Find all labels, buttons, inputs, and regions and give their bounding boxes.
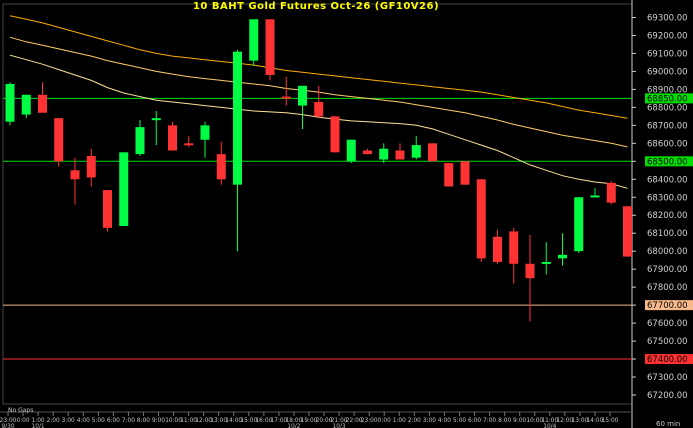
y-tick-label: 68800.00: [647, 103, 688, 113]
candle-body: [168, 125, 177, 151]
candle-body: [493, 236, 502, 262]
chart-svg: 67200.00 67300.00 67400.00 67500.00 67600.00…: [0, 0, 693, 428]
candle-body: [411, 145, 421, 158]
candle-body: [200, 125, 210, 140]
candle-body: [541, 261, 551, 264]
candle-body: [184, 143, 194, 146]
plot-frame: [2, 3, 633, 405]
x-tick-label: 9:00: [152, 418, 165, 424]
x-tick-label: 4:00: [77, 418, 90, 424]
level-label: 68850.00: [647, 94, 688, 104]
y-tick-label: 68700.00: [647, 121, 688, 131]
y-tick-label: 68100.00: [647, 229, 688, 239]
y-tick-label: 67300.00: [647, 373, 688, 383]
candle-body: [281, 96, 291, 99]
no-gaps-label: No Gaps: [8, 407, 34, 414]
y-tick-label: 69100.00: [647, 49, 688, 59]
candle-body: [249, 19, 259, 61]
x-tick-label: 9:00: [513, 418, 526, 424]
x-tick-label: 8:00: [137, 418, 150, 424]
candle-body: [444, 163, 454, 187]
y-tick-label: 67800.00: [647, 283, 688, 293]
candle-body: [606, 182, 616, 203]
candle-body: [5, 84, 15, 122]
candle-body: [151, 118, 161, 121]
candle-body: [346, 139, 356, 162]
y-tick-label: 67200.00: [647, 391, 688, 401]
candle-body: [509, 231, 519, 264]
candle-body: [623, 206, 632, 257]
candle-body: [265, 19, 275, 76]
y-tick-label: 68300.00: [647, 193, 688, 203]
level-label: 67700.00: [647, 301, 688, 311]
period-label: 60 min: [656, 420, 681, 428]
x-tick-label: 7:00: [483, 418, 496, 424]
x-date-label: 10/2: [287, 424, 300, 428]
y-tick-label: 67900.00: [647, 265, 688, 275]
candle-body: [379, 148, 389, 160]
y-tick-label: 68400.00: [647, 175, 688, 185]
x-date-label: 10/3: [333, 424, 346, 428]
candle-body: [298, 85, 307, 106]
chart-title: 10 BAHT Gold Futures Oct-26 (GF10V26): [192, 1, 440, 12]
candle-body: [590, 195, 600, 198]
candle-body: [233, 51, 242, 185]
candle-body: [135, 127, 145, 155]
y-tick-label: 68000.00: [647, 247, 688, 257]
moving-average-line: [9, 54, 628, 189]
x-tick-label: 3:00: [423, 418, 436, 424]
candle-body: [103, 190, 112, 228]
candle-body: [428, 143, 437, 162]
candle-body: [314, 101, 324, 117]
y-tick-label: 68600.00: [647, 139, 688, 149]
candle-body: [70, 170, 80, 180]
candle-body: [86, 155, 96, 178]
candle-body: [558, 254, 567, 259]
x-tick-label: 4:00: [438, 418, 451, 424]
x-tick-label: 7:00: [122, 418, 135, 424]
x-date-label: 10/1: [32, 424, 45, 428]
candle-body: [525, 263, 535, 279]
level-label: 68500.00: [647, 157, 688, 167]
y-tick-label: 67500.00: [647, 337, 688, 347]
y-tick-label: 69300.00: [647, 13, 688, 23]
y-tick-label: 67600.00: [647, 319, 688, 329]
x-tick-label: 1:00: [393, 418, 406, 424]
x-tick-label: 5:00: [92, 418, 105, 424]
candle-body: [476, 179, 486, 259]
y-tick-label: 69200.00: [647, 31, 688, 41]
candle-body: [574, 197, 584, 252]
x-tick-label: 3:00: [62, 418, 75, 424]
x-tick-label: 5:00: [453, 418, 466, 424]
x-tick-label: 6:00: [468, 418, 481, 424]
x-tick-label: 23:00: [361, 418, 378, 424]
candle-body: [395, 150, 405, 160]
x-tick-label: 0:00: [378, 418, 391, 424]
candle-body: [38, 94, 47, 113]
candle-body: [460, 161, 470, 185]
y-tick-label: 68200.00: [647, 211, 688, 221]
candle-body: [330, 116, 340, 153]
x-tick-label: 8:00: [498, 418, 511, 424]
candle-body: [119, 152, 129, 227]
candle-body: [54, 118, 64, 162]
level-label: 67400.00: [647, 355, 688, 365]
candle-body: [363, 150, 372, 155]
candle-body: [21, 94, 31, 115]
x-tick-label: 15:00: [602, 418, 619, 424]
x-date-label: 9/30: [1, 424, 14, 428]
x-tick-label: 2:00: [47, 418, 60, 424]
x-date-label: 10/4: [543, 424, 556, 428]
candle-body: [216, 154, 226, 180]
y-tick-label: 69000.00: [647, 67, 688, 77]
chart-root: { "chart_data": { "type": "candlestick",…: [0, 0, 693, 428]
x-tick-label: 2:00: [408, 418, 421, 424]
x-tick-label: 6:00: [107, 418, 120, 424]
x-tick-label: 0:00: [17, 418, 30, 424]
